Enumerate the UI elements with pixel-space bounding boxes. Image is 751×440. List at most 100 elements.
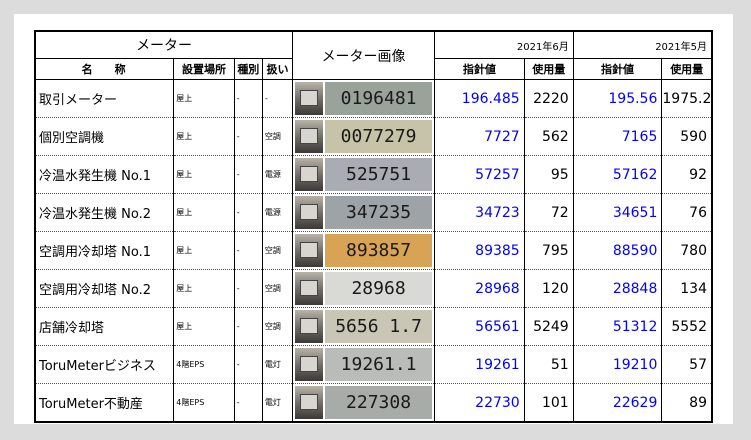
current-reading: 56561 <box>434 307 525 346</box>
meter-rows: 取引メーター 屋上 - -0196481 196.485 2220 195.56 1975.2… <box>34 79 713 423</box>
meter-type: - <box>233 231 263 270</box>
month-previous-header: 2021年5月 <box>572 30 713 59</box>
location-column-header: 設置場所 <box>173 58 235 80</box>
previous-usage: 57 <box>661 345 713 384</box>
previous-usage: 780 <box>661 231 713 270</box>
meter-name: 空調用冷却塔 No.1 <box>34 231 175 270</box>
meter-name: ToruMeterビジネス <box>34 345 175 384</box>
previous-reading: 195.56 <box>572 79 663 118</box>
meter-photo-thumbnail <box>295 272 324 305</box>
table-row: 冷温水発生機 No.2 屋上 - 電源 347235 34723 72 34651 76 <box>34 193 713 232</box>
table-row: 空調用冷却塔 No.2 屋上 - 空調 28968 28968 120 28848 134 <box>34 269 713 308</box>
previous-reading: 34651 <box>572 193 663 232</box>
meter-display-readout: 5656 1.7 <box>325 310 432 343</box>
meter-handling: 電源 <box>261 193 294 232</box>
current-usage: 72 <box>523 193 574 232</box>
current-usage: 795 <box>523 231 574 270</box>
table-row: 店舗冷却塔 屋上 - 空調 5656 1.7 56561 5249 51312 5552 <box>34 307 713 346</box>
previous-reading: 51312 <box>572 307 663 346</box>
meter-type: - <box>233 345 263 384</box>
previous-reading: 88590 <box>572 231 663 270</box>
meter-location: 屋上 <box>173 193 235 232</box>
meter-image[interactable]: 525751 <box>292 155 435 194</box>
current-reading: 7727 <box>434 117 525 156</box>
current-usage: 5249 <box>523 307 574 346</box>
meter-photo-thumbnail <box>295 158 324 191</box>
meter-image[interactable]: 19261.1 <box>292 345 435 384</box>
meter-photo-thumbnail <box>295 348 324 381</box>
meter-handling: - <box>261 79 294 118</box>
type-column-header: 種別 <box>233 58 263 80</box>
meter-image[interactable]: 893857 <box>292 231 435 270</box>
table-row: 空調用冷却塔 No.1 屋上 - 空調 893857 89385 795 88590 780 <box>34 231 713 270</box>
previous-usage-header: 使用量 <box>661 58 713 80</box>
meter-display-readout: 28968 <box>325 272 432 305</box>
previous-reading: 22629 <box>572 383 663 423</box>
meter-location: 屋上 <box>173 307 235 346</box>
meter-location: 4階EPS <box>173 345 235 384</box>
previous-reading: 19210 <box>572 345 663 384</box>
meter-display-readout: 0077279 <box>325 120 432 153</box>
meter-image[interactable]: 227308 <box>292 383 435 423</box>
table-row: 個別空調機 屋上 - 空調 0077279 7727 562 7165 590 <box>34 117 713 156</box>
meter-handling: 空調 <box>261 231 294 270</box>
meter-display-readout: 893857 <box>325 234 432 267</box>
current-reading: 19261 <box>434 345 525 384</box>
previous-reading: 28848 <box>572 269 663 308</box>
table-row: ToruMeter不動産 4階EPS - 電灯 227308 22730 101 22629 8… <box>34 383 713 423</box>
current-usage: 95 <box>523 155 574 194</box>
previous-reading-header: 指針値 <box>572 58 663 80</box>
meter-display-readout: 347235 <box>325 196 432 229</box>
meter-display-readout: 19261.1 <box>325 348 432 381</box>
current-usage-header: 使用量 <box>523 58 574 80</box>
meter-location: 4階EPS <box>173 383 235 423</box>
image-column-header: メーター画像 <box>292 30 435 80</box>
meter-type: - <box>233 193 263 232</box>
meter-display-readout: 0196481 <box>325 82 432 115</box>
meter-type: - <box>233 155 263 194</box>
meter-image[interactable]: 0077279 <box>292 117 435 156</box>
meter-handling: 電灯 <box>261 345 294 384</box>
meter-handling: 電源 <box>261 155 294 194</box>
meter-photo-thumbnail <box>295 386 324 419</box>
meter-location: 屋上 <box>173 117 235 156</box>
meter-handling: 電灯 <box>261 383 294 423</box>
current-usage: 562 <box>523 117 574 156</box>
name-column-header: 名称 <box>34 58 175 80</box>
current-reading: 34723 <box>434 193 525 232</box>
previous-usage: 134 <box>661 269 713 308</box>
sheet: メーター メーター画像 2021年6月 2021年5月 名称 設置場所 種別 扱… <box>14 14 733 424</box>
previous-usage: 76 <box>661 193 713 232</box>
meter-image[interactable]: 347235 <box>292 193 435 232</box>
meter-image[interactable]: 28968 <box>292 269 435 308</box>
current-usage: 101 <box>523 383 574 423</box>
meter-image[interactable]: 0196481 <box>292 79 435 118</box>
previous-usage: 590 <box>661 117 713 156</box>
meter-location: 屋上 <box>173 269 235 308</box>
meter-type: - <box>233 79 263 118</box>
current-reading: 196.485 <box>434 79 525 118</box>
meter-display-readout: 227308 <box>325 386 432 419</box>
meter-location: 屋上 <box>173 231 235 270</box>
meter-name: 冷温水発生機 No.1 <box>34 155 175 194</box>
previous-usage: 5552 <box>661 307 713 346</box>
meter-image[interactable]: 5656 1.7 <box>292 307 435 346</box>
table-row: 冷温水発生機 No.1 屋上 - 電源 525751 57257 95 57162 92 <box>34 155 713 194</box>
meter-type: - <box>233 383 263 423</box>
meter-name: 取引メーター <box>34 79 175 118</box>
meter-name: 個別空調機 <box>34 117 175 156</box>
current-reading: 28968 <box>434 269 525 308</box>
meter-handling: 空調 <box>261 269 294 308</box>
meter-type: - <box>233 307 263 346</box>
meter-name: ToruMeter不動産 <box>34 383 175 423</box>
current-reading: 22730 <box>434 383 525 423</box>
month-current-header: 2021年6月 <box>434 30 574 59</box>
table-row: 取引メーター 屋上 - -0196481 196.485 2220 195.56 1975.2 <box>34 79 713 118</box>
current-reading-header: 指針値 <box>434 58 525 80</box>
previous-reading: 7165 <box>572 117 663 156</box>
current-reading: 57257 <box>434 155 525 194</box>
meter-table: メーター メーター画像 2021年6月 2021年5月 名称 設置場所 種別 扱… <box>34 30 713 423</box>
current-usage: 2220 <box>523 79 574 118</box>
previous-reading: 57162 <box>572 155 663 194</box>
current-usage: 51 <box>523 345 574 384</box>
